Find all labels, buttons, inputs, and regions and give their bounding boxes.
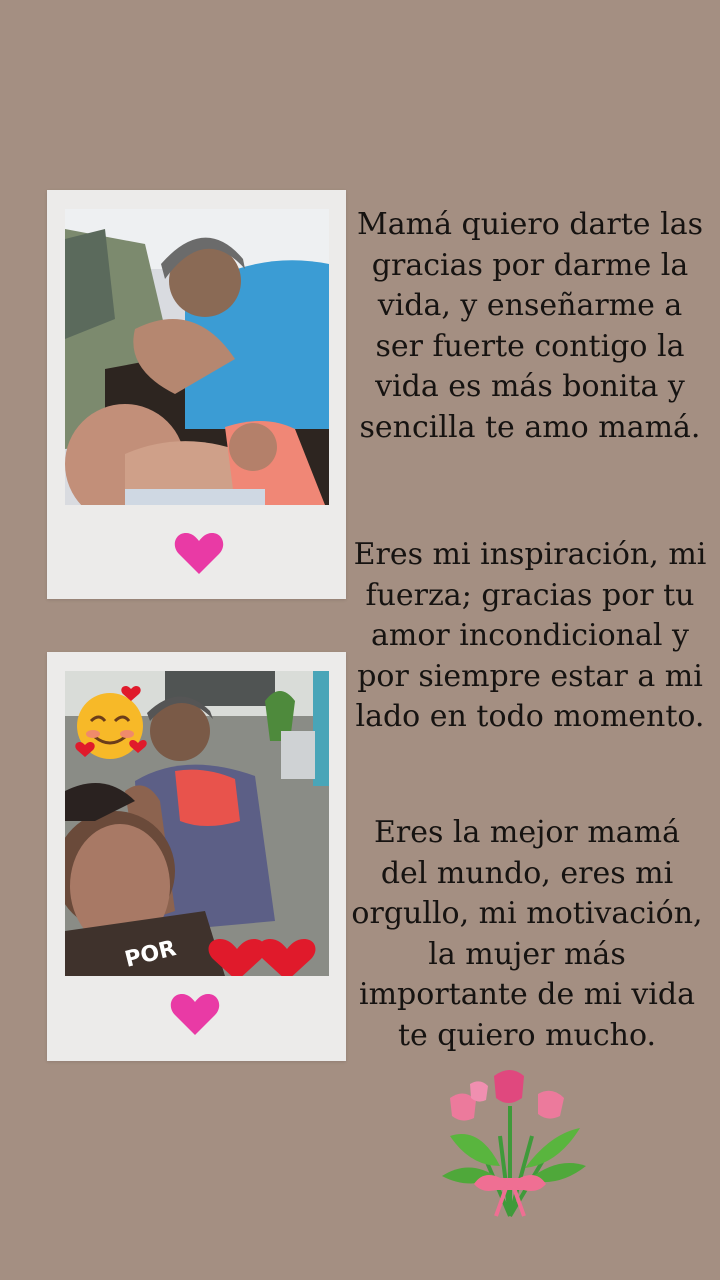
- photo-2[interactable]: POR: [65, 671, 329, 976]
- tulip-bouquet-icon: [440, 1066, 590, 1224]
- photo-frame-1: [47, 190, 346, 599]
- message-paragraph-3: Eres la mejor mamá del mundo, eres mi or…: [351, 815, 703, 1053]
- pink-heart-icon: [174, 530, 224, 576]
- photo-1[interactable]: [65, 209, 329, 505]
- message-paragraph-2: Eres mi inspiración, mi fuerza; gracias …: [353, 537, 707, 734]
- pink-heart-icon: [170, 991, 220, 1037]
- photo-frame-2: POR: [47, 652, 346, 1061]
- message-paragraph-1: Mamá quiero darte las gracias por darme …: [357, 207, 703, 445]
